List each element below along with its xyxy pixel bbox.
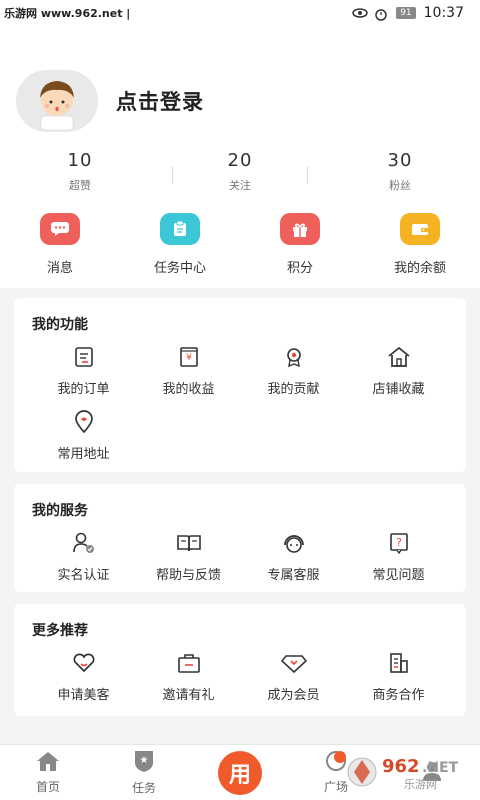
- profile-header[interactable]: 点击登录: [16, 70, 204, 132]
- store-icon: [386, 344, 412, 370]
- message-icon: [40, 213, 80, 245]
- stat-fans[interactable]: 30 粉丝: [320, 150, 480, 193]
- svg-text:★: ★: [140, 755, 149, 766]
- heart-icon: [71, 650, 97, 676]
- grid-item-business[interactable]: 商务合作: [346, 650, 451, 715]
- grid-item-label: 常见问题: [372, 568, 425, 583]
- grid-item-label: 成为会员: [267, 688, 320, 703]
- tab-task[interactable]: ★ 任务: [96, 745, 192, 800]
- stat-label: 超赞: [69, 179, 91, 192]
- order-icon: [71, 344, 97, 370]
- stat-following[interactable]: 20 关注: [160, 150, 320, 193]
- status-watermark: 乐游网 www.962.net |: [4, 7, 131, 20]
- quick-label: 积分: [286, 261, 313, 276]
- stat-label: 关注: [229, 179, 251, 192]
- quick-task-center[interactable]: 任务中心: [120, 213, 240, 276]
- battery-indicator: 91: [396, 7, 416, 19]
- grid-item-label: 申请美客: [57, 688, 110, 703]
- eye-icon: [352, 7, 368, 19]
- user-verify-icon: [71, 530, 97, 556]
- grid-item-apply-meike[interactable]: 申请美客: [31, 650, 136, 715]
- svg-text:.NET: .NET: [422, 760, 459, 776]
- grid-item-orders[interactable]: 我的订单: [31, 344, 136, 409]
- income-icon: ¥: [176, 344, 202, 370]
- avatar[interactable]: [16, 70, 98, 132]
- home-icon: [34, 750, 62, 776]
- recommend-card: 更多推荐 申请美客 邀请有礼 成为会员 商务合作: [14, 604, 466, 716]
- quick-actions: 消息 任务中心 积分 我的余额: [0, 213, 480, 276]
- wallet-icon: [400, 213, 440, 245]
- quick-points[interactable]: 积分: [240, 213, 360, 276]
- badge-icon: [281, 344, 307, 370]
- quick-label: 消息: [46, 261, 73, 276]
- briefcase-icon: [176, 650, 202, 676]
- stat-label: 粉丝: [389, 179, 411, 192]
- grid-item-label: 专属客服: [267, 568, 320, 583]
- login-link[interactable]: 点击登录: [116, 86, 204, 116]
- grid-item-label: 常用地址: [57, 447, 110, 462]
- quick-messages[interactable]: 消息: [0, 213, 120, 276]
- alarm-icon: [374, 7, 388, 21]
- diamond-icon: [280, 650, 307, 676]
- grid-item-label: 实名认证: [57, 568, 110, 583]
- grid-item-membership[interactable]: 成为会员: [241, 650, 346, 715]
- clock: 10:37: [423, 5, 464, 21]
- svg-text:¥: ¥: [186, 353, 192, 363]
- task-icon: [160, 213, 200, 245]
- center-action-button[interactable]: 用: [218, 750, 262, 795]
- stat-number: 30: [387, 150, 413, 171]
- watermark-logo: 962 .NET 乐游网: [344, 748, 474, 796]
- location-icon: [71, 409, 97, 435]
- question-icon: ?: [386, 530, 412, 556]
- grid-item-label: 店铺收藏: [372, 382, 425, 397]
- card-title: 我的服务: [32, 503, 88, 519]
- grid-item-label: 我的订单: [57, 382, 110, 397]
- card-title: 我的功能: [32, 317, 88, 333]
- grid-item-label: 邀请有礼: [162, 688, 215, 703]
- grid-item-contribution[interactable]: 我的贡献: [241, 344, 346, 409]
- divider: [172, 166, 173, 184]
- grid-item-label: 帮助与反馈: [155, 568, 221, 583]
- quick-balance[interactable]: 我的余额: [360, 213, 480, 276]
- stat-number: 20: [227, 150, 253, 171]
- stats-row: 10 超赞 20 关注 30 粉丝: [0, 150, 480, 193]
- tab-home[interactable]: 首页: [0, 745, 96, 800]
- functions-card: 我的功能 我的订单 ¥ 我的收益 我的贡献 店铺收藏 常用地址: [14, 298, 466, 472]
- stat-number: 10: [67, 150, 93, 171]
- tab-label: 首页: [35, 780, 60, 794]
- grid-item-customer-service[interactable]: 专属客服: [241, 530, 346, 595]
- headset-icon: [281, 530, 307, 556]
- svg-text:?: ?: [396, 536, 402, 549]
- grid-item-addresses[interactable]: 常用地址: [31, 409, 136, 474]
- status-bar: 乐游网 www.962.net | 91 10:37: [0, 0, 480, 26]
- divider: [307, 166, 308, 184]
- grid-item-label: 我的收益: [162, 382, 215, 397]
- tab-label: 任务: [131, 781, 156, 795]
- grid-item-income[interactable]: ¥ 我的收益: [136, 344, 241, 409]
- building-icon: [386, 650, 412, 676]
- grid-item-verification[interactable]: 实名认证: [31, 530, 136, 595]
- gift-icon: [280, 213, 320, 245]
- svg-text:乐游网: 乐游网: [404, 778, 437, 791]
- svg-text:962: 962: [382, 756, 420, 777]
- grid-item-store-favorites[interactable]: 店铺收藏: [346, 344, 451, 409]
- tab-center[interactable]: 用: [192, 745, 288, 800]
- shield-star-icon: ★: [132, 749, 156, 777]
- quick-label: 任务中心: [153, 261, 206, 276]
- grid-item-help-feedback[interactable]: 帮助与反馈: [136, 530, 241, 595]
- quick-label: 我的余额: [393, 261, 446, 276]
- stat-likes[interactable]: 10 超赞: [0, 150, 160, 193]
- card-title: 更多推荐: [32, 623, 88, 639]
- grid-item-faq[interactable]: ? 常见问题: [346, 530, 451, 595]
- grid-item-invite-reward[interactable]: 邀请有礼: [136, 650, 241, 715]
- grid-item-label: 商务合作: [372, 688, 425, 703]
- grid-item-label: 我的贡献: [267, 382, 320, 397]
- book-icon: [176, 530, 202, 556]
- services-card: 我的服务 实名认证 帮助与反馈 专属客服 ? 常见问题: [14, 484, 466, 592]
